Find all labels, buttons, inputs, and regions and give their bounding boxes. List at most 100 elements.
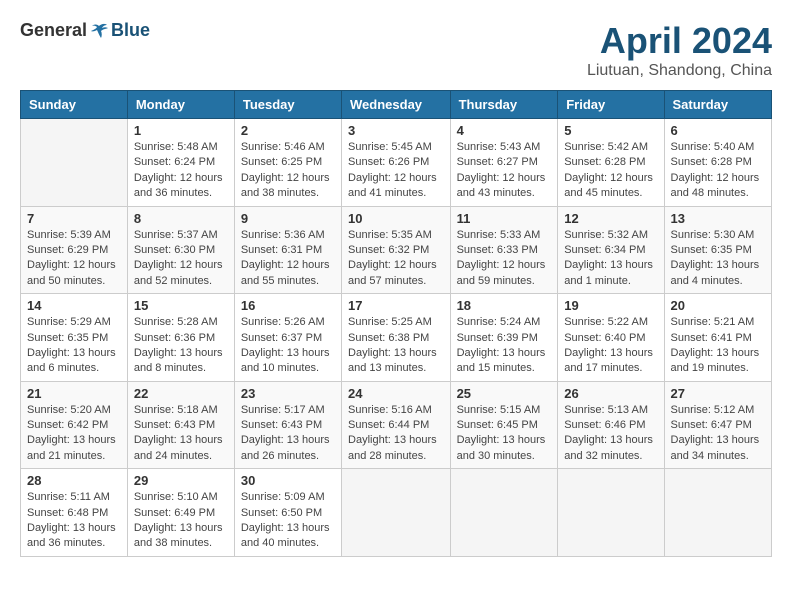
day-info: Sunrise: 5:33 AM Sunset: 6:33 PM Dayligh… [457,228,552,290]
day-number: 15 [134,298,228,313]
day-info: Sunrise: 5:30 AM Sunset: 6:35 PM Dayligh… [671,228,765,290]
day-info: Sunrise: 5:29 AM Sunset: 6:35 PM Dayligh… [27,315,121,377]
week-row-4: 21Sunrise: 5:20 AM Sunset: 6:42 PM Dayli… [21,381,772,469]
day-number: 2 [241,123,335,138]
weekday-header-row: SundayMondayTuesdayWednesdayThursdayFrid… [21,91,772,119]
calendar-cell: 27 Sunrise: 5:12 AM Sunset: 6:47 PM Dayli… [664,381,771,469]
calendar-cell: 5 Sunrise: 5:42 AM Sunset: 6:28 PM Daylig… [558,119,664,207]
calendar-cell: 10 Sunrise: 5:35 AM Sunset: 6:32 PM Dayli… [342,206,451,294]
day-number: 14 [27,298,121,313]
day-info: Sunrise: 5:45 AM Sunset: 6:26 PM Dayligh… [348,140,444,202]
day-info: Sunrise: 5:26 AM Sunset: 6:37 PM Dayligh… [241,315,335,377]
day-number: 6 [671,123,765,138]
day-info: Sunrise: 5:21 AM Sunset: 6:41 PM Dayligh… [671,315,765,377]
day-number: 10 [348,211,444,226]
day-number: 4 [457,123,552,138]
month-title: April 2024 [587,20,772,62]
week-row-3: 14 Sunrise: 5:29 AM Sunset: 6:35 PM Dayli… [21,294,772,382]
day-number: 27 [671,386,765,401]
calendar-cell: 13 Sunrise: 5:30 AM Sunset: 6:35 PM Dayli… [664,206,771,294]
calendar-cell: 11 Sunrise: 5:33 AM Sunset: 6:33 PM Dayli… [450,206,558,294]
day-info: Sunrise: 5:18 AM Sunset: 6:43 PM Dayligh… [134,403,228,465]
calendar-cell [664,469,771,557]
day-info: Sunrise: 5:36 AM Sunset: 6:31 PM Dayligh… [241,228,335,290]
calendar-cell [342,469,451,557]
day-number: 28 [27,473,121,488]
day-info: Sunrise: 5:48 AM Sunset: 6:24 PM Dayligh… [134,140,228,202]
weekday-header-saturday: Saturday [664,91,771,119]
calendar-cell: 1Sunrise: 5:48 AM Sunset: 6:24 PM Daylig… [127,119,234,207]
calendar-cell: 12 Sunrise: 5:32 AM Sunset: 6:34 PM Dayli… [558,206,664,294]
day-info: Sunrise: 5:46 AM Sunset: 6:25 PM Dayligh… [241,140,335,202]
calendar-cell [450,469,558,557]
day-number: 7 [27,211,121,226]
weekday-header-sunday: Sunday [21,91,128,119]
day-info: Sunrise: 5:39 AM Sunset: 6:29 PM Dayligh… [27,228,121,290]
calendar-cell: 7 Sunrise: 5:39 AM Sunset: 6:29 PM Daylig… [21,206,128,294]
day-number: 30 [241,473,335,488]
calendar-cell: 19 Sunrise: 5:22 AM Sunset: 6:40 PM Dayli… [558,294,664,382]
calendar-cell: 9Sunrise: 5:36 AM Sunset: 6:31 PM Daylig… [234,206,341,294]
calendar-table: SundayMondayTuesdayWednesdayThursdayFrid… [20,90,772,557]
calendar-cell [21,119,128,207]
calendar-cell: 4 Sunrise: 5:43 AM Sunset: 6:27 PM Daylig… [450,119,558,207]
calendar-cell: 18 Sunrise: 5:24 AM Sunset: 6:39 PM Dayli… [450,294,558,382]
day-number: 17 [348,298,444,313]
day-info: Sunrise: 5:43 AM Sunset: 6:27 PM Dayligh… [457,140,552,202]
day-number: 21 [27,386,121,401]
calendar-cell: 26 Sunrise: 5:13 AM Sunset: 6:46 PM Dayli… [558,381,664,469]
calendar-cell: 25Sunrise: 5:15 AM Sunset: 6:45 PM Dayli… [450,381,558,469]
day-number: 25 [457,386,552,401]
title-section: April 2024 Liutuan, Shandong, China [587,20,772,80]
weekday-header-wednesday: Wednesday [342,91,451,119]
calendar-cell: 14 Sunrise: 5:29 AM Sunset: 6:35 PM Dayli… [21,294,128,382]
page-header: General Blue April 2024 Liutuan, Shandon… [20,20,772,80]
calendar-cell: 23 Sunrise: 5:17 AM Sunset: 6:43 PM Dayli… [234,381,341,469]
day-info: Sunrise: 5:32 AM Sunset: 6:34 PM Dayligh… [564,228,657,290]
day-number: 3 [348,123,444,138]
calendar-cell: 29 Sunrise: 5:10 AM Sunset: 6:49 PM Dayli… [127,469,234,557]
week-row-5: 28 Sunrise: 5:11 AM Sunset: 6:48 PM Dayli… [21,469,772,557]
day-number: 26 [564,386,657,401]
day-info: Sunrise: 5:22 AM Sunset: 6:40 PM Dayligh… [564,315,657,377]
day-number: 5 [564,123,657,138]
day-number: 29 [134,473,228,488]
day-number: 13 [671,211,765,226]
day-number: 11 [457,211,552,226]
week-row-2: 7 Sunrise: 5:39 AM Sunset: 6:29 PM Daylig… [21,206,772,294]
day-info: Sunrise: 5:11 AM Sunset: 6:48 PM Dayligh… [27,490,121,552]
day-info: Sunrise: 5:10 AM Sunset: 6:49 PM Dayligh… [134,490,228,552]
day-number: 12 [564,211,657,226]
calendar-cell: 17Sunrise: 5:25 AM Sunset: 6:38 PM Dayli… [342,294,451,382]
day-number: 23 [241,386,335,401]
day-info: Sunrise: 5:17 AM Sunset: 6:43 PM Dayligh… [241,403,335,465]
day-number: 8 [134,211,228,226]
calendar-cell: 15 Sunrise: 5:28 AM Sunset: 6:36 PM Dayli… [127,294,234,382]
day-info: Sunrise: 5:13 AM Sunset: 6:46 PM Dayligh… [564,403,657,465]
day-info: Sunrise: 5:37 AM Sunset: 6:30 PM Dayligh… [134,228,228,290]
day-number: 19 [564,298,657,313]
weekday-header-monday: Monday [127,91,234,119]
day-number: 18 [457,298,552,313]
day-number: 22 [134,386,228,401]
day-info: Sunrise: 5:28 AM Sunset: 6:36 PM Dayligh… [134,315,228,377]
calendar-cell [558,469,664,557]
logo-bird-icon [89,21,109,41]
day-info: Sunrise: 5:24 AM Sunset: 6:39 PM Dayligh… [457,315,552,377]
week-row-1: 1Sunrise: 5:48 AM Sunset: 6:24 PM Daylig… [21,119,772,207]
logo-blue-text: Blue [111,20,150,41]
day-info: Sunrise: 5:16 AM Sunset: 6:44 PM Dayligh… [348,403,444,465]
day-info: Sunrise: 5:35 AM Sunset: 6:32 PM Dayligh… [348,228,444,290]
day-info: Sunrise: 5:12 AM Sunset: 6:47 PM Dayligh… [671,403,765,465]
day-info: Sunrise: 5:42 AM Sunset: 6:28 PM Dayligh… [564,140,657,202]
calendar-cell: 8 Sunrise: 5:37 AM Sunset: 6:30 PM Daylig… [127,206,234,294]
calendar-cell: 2 Sunrise: 5:46 AM Sunset: 6:25 PM Daylig… [234,119,341,207]
calendar-cell: 20 Sunrise: 5:21 AM Sunset: 6:41 PM Dayli… [664,294,771,382]
day-info: Sunrise: 5:09 AM Sunset: 6:50 PM Dayligh… [241,490,335,552]
day-info: Sunrise: 5:40 AM Sunset: 6:28 PM Dayligh… [671,140,765,202]
day-number: 16 [241,298,335,313]
calendar-cell: 3 Sunrise: 5:45 AM Sunset: 6:26 PM Daylig… [342,119,451,207]
calendar-cell: 21Sunrise: 5:20 AM Sunset: 6:42 PM Dayli… [21,381,128,469]
day-number: 24 [348,386,444,401]
day-number: 20 [671,298,765,313]
